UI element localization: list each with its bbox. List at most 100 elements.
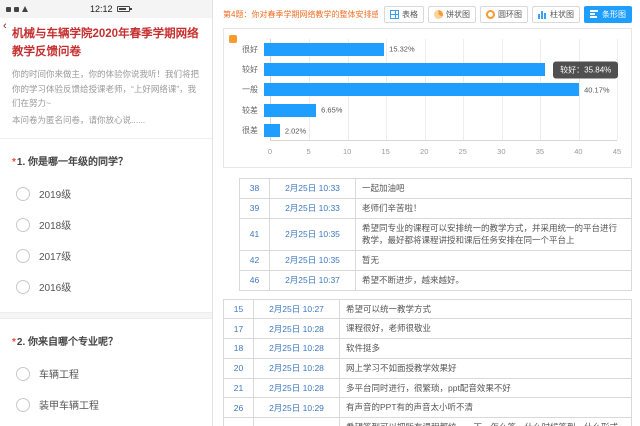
section-divider <box>0 312 212 319</box>
comment-text-cell: 希望不断进步，越来越好。 <box>356 270 632 290</box>
comment-row: 422月25日 10:35暂无 <box>240 251 632 271</box>
comment-row: 392月25日 10:33老师们辛苦啦！ <box>240 198 632 218</box>
comment-text-cell: 暂无 <box>356 251 632 271</box>
bar-chart: 很好15.32%较好较好：35.84%一般40.17%较差6.65%很差2.02… <box>223 28 632 168</box>
comments-section: 382月25日 10:33一起加油吧392月25日 10:33老师们辛苦啦！41… <box>223 178 632 426</box>
comment-row: 152月25日 10:27希望可以统一教学方式 <box>224 299 632 319</box>
x-tick-label: 40 <box>574 147 582 156</box>
view-button-hbar[interactable]: 条形图 <box>584 6 632 23</box>
option-label: 2018级 <box>39 217 71 232</box>
comment-time-cell: 2月25日 10:28 <box>254 339 340 359</box>
option-label: 2017级 <box>39 248 71 263</box>
chart-bar-track: 15.32% <box>264 43 617 56</box>
comment-id-cell: 21 <box>224 378 254 398</box>
comment-text-cell: 课程很好，老师很敬业 <box>340 319 632 339</box>
signal-icon <box>22 6 28 12</box>
chart-bar[interactable] <box>264 83 579 96</box>
x-tick-label: 30 <box>497 147 505 156</box>
view-button-pie[interactable]: 饼状图 <box>428 6 476 23</box>
chart-bar[interactable] <box>264 124 280 137</box>
chart-bar-row: 很好 15.32% <box>232 40 617 59</box>
chart-bar-track: 40.17% <box>264 83 617 96</box>
option-label: 2019级 <box>39 186 71 201</box>
comments-table: 382月25日 10:33一起加油吧392月25日 10:33老师们辛苦啦！41… <box>239 178 632 291</box>
comment-time-cell: 2月25日 10:29 <box>254 418 340 426</box>
comment-text-cell: 老师们辛苦啦！ <box>356 198 632 218</box>
chart-value-label: 2.02% <box>285 126 306 135</box>
clock-text: 12:12 <box>90 4 113 14</box>
x-tick-label: 20 <box>420 147 428 156</box>
view-button-label: 柱状图 <box>550 9 574 20</box>
comment-row: 382月25日 10:33一起加油吧 <box>240 179 632 199</box>
chart-bar-row: 较好 较好：35.84% <box>232 60 617 79</box>
option-row[interactable]: 车辆工程 <box>12 358 200 389</box>
chart-value-label: 40.17% <box>584 85 609 94</box>
chart-bar[interactable] <box>264 104 316 117</box>
chart-bar[interactable] <box>264 63 545 76</box>
survey-intro-note: 本问卷为匿名问卷，请你放心说...... <box>0 111 212 128</box>
comment-time-cell: 2月25日 10:33 <box>270 198 356 218</box>
x-tick-label: 15 <box>381 147 389 156</box>
x-tick-label: 10 <box>343 147 351 156</box>
radio-icon[interactable] <box>16 367 30 381</box>
question-label: *1. 你是哪一年级的同学？ <box>12 153 200 168</box>
comment-id-cell: 27 <box>224 418 254 426</box>
status-icons <box>6 6 28 12</box>
table-chart-icon <box>390 10 399 19</box>
x-tick-label: 25 <box>459 147 467 156</box>
option-label: 车辆工程 <box>39 366 79 381</box>
comment-text-cell: 有声音的PPT有的声音太小听不清 <box>340 398 632 418</box>
option-row[interactable]: 2016级 <box>12 271 200 302</box>
radio-icon[interactable] <box>16 218 30 232</box>
option-row[interactable]: 2017级 <box>12 240 200 271</box>
option-row[interactable]: 2019级 <box>12 178 200 209</box>
survey-title: 机械与车辆学院2020年春季学期网络教学反馈问卷 <box>0 18 212 65</box>
question-block: *1. 你是哪一年级的同学？ 2019级 2018级 2017级 2016级 <box>0 139 212 306</box>
chart-category-label: 较好 <box>232 64 264 75</box>
survey-content: 机械与车辆学院2020年春季学期网络教学反馈问卷 你的时间你来做主，你的体验你说… <box>0 18 212 424</box>
comment-row: 262月25日 10:29有声音的PPT有的声音太小听不清 <box>224 398 632 418</box>
radio-icon[interactable] <box>16 280 30 294</box>
option-row[interactable]: 装甲车辆工程 <box>12 389 200 420</box>
x-tick-label: 35 <box>536 147 544 156</box>
chart-bar-track: 6.65% <box>264 104 617 117</box>
comment-text-cell: 软件挺多 <box>340 339 632 359</box>
view-button-label: 条形图 <box>602 9 626 20</box>
question-label-text: 2. 你来自哪个专业呢？ <box>17 337 118 348</box>
phone-survey-panel: 12:12 ‹ 机械与车辆学院2020年春季学期网络教学反馈问卷 你的时间你来做… <box>0 0 213 426</box>
question-label-text: 1. 你是哪一年级的同学？ <box>17 157 128 168</box>
view-button-donut[interactable]: 圆环图 <box>480 6 528 23</box>
comment-row: 212月25日 10:28多平台同时进行，很繁琐，ppt配音效果不好 <box>224 378 632 398</box>
chart-bar-row: 一般40.17% <box>232 80 617 99</box>
chart-bar[interactable] <box>264 43 384 56</box>
comment-text-cell: 希望可以统一教学方式 <box>340 299 632 319</box>
comment-text-cell: 多平台同时进行，很繁琐，ppt配音效果不好 <box>340 378 632 398</box>
notification-icon <box>14 7 19 12</box>
comment-text-cell: 希望同专业的课程可以安排统一的教学方式，并采用统一的平台进行教学，最好都将课程讲… <box>356 218 632 251</box>
option-row[interactable]: 2018级 <box>12 209 200 240</box>
view-button-column[interactable]: 柱状图 <box>532 6 580 23</box>
radio-icon[interactable] <box>16 249 30 263</box>
results-header: 第4题：你对春季学期网络教学的整体安排感觉怎么样？ [单选题] 表格饼状图圆环图… <box>223 5 632 26</box>
back-icon[interactable]: ‹ <box>3 21 7 32</box>
question-label: *2. 你来自哪个专业呢？ <box>12 333 200 348</box>
comment-text-cell: 一起加油吧 <box>356 179 632 199</box>
donut-chart-icon <box>486 10 495 19</box>
required-asterisk: * <box>12 337 16 348</box>
chart-category-label: 很好 <box>232 44 264 55</box>
comment-id-cell: 15 <box>224 299 254 319</box>
comment-row: 202月25日 10:28网上学习不如面授教学效果好 <box>224 358 632 378</box>
chart-tooltip: 较好：35.84% <box>553 61 618 78</box>
radio-icon[interactable] <box>16 187 30 201</box>
notification-icon <box>6 7 11 12</box>
chart-value-label: 6.65% <box>321 106 342 115</box>
chart-value-label: 15.32% <box>389 45 414 54</box>
radio-icon[interactable] <box>16 398 30 412</box>
comment-id-cell: 46 <box>240 270 270 290</box>
view-button-table[interactable]: 表格 <box>384 6 424 23</box>
pie-chart-icon <box>434 10 443 19</box>
chart-bar-track: 2.02% <box>264 124 617 137</box>
option-label: 装甲车辆工程 <box>39 397 99 412</box>
comment-row: 462月25日 10:37希望不断进步，越来越好。 <box>240 270 632 290</box>
option-label: 2016级 <box>39 279 71 294</box>
